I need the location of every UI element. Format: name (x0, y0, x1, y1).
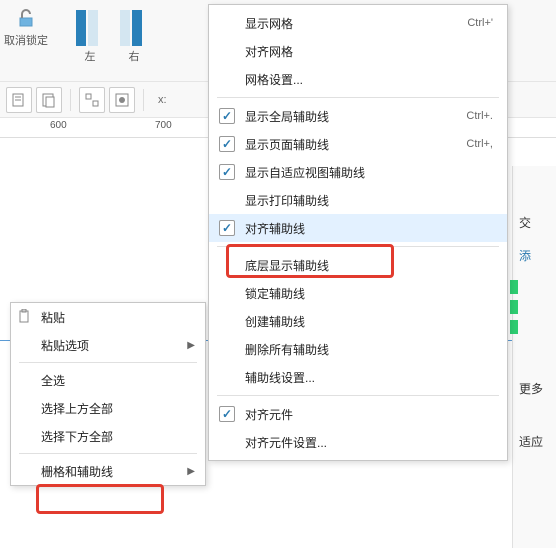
submenu-label: 锁定辅助线 (245, 285, 305, 302)
submenu-snap-widget-settings[interactable]: 对齐元件设置... (209, 428, 507, 456)
menu-select-below-label: 选择下方全部 (41, 428, 113, 445)
page-button-2[interactable] (36, 87, 62, 113)
unlock-tool[interactable]: 取消锁定 (4, 8, 48, 48)
submenu-label: 辅助线设置... (245, 369, 315, 386)
submenu-snap-guides[interactable]: 对齐辅助线 (209, 214, 507, 242)
menu-separator (19, 453, 197, 454)
panel-more-label[interactable]: 更多 (513, 372, 556, 405)
submenu-snap-widgets[interactable]: 对齐元件 (209, 400, 507, 428)
align-right-icon (120, 8, 148, 48)
submenu-show-grid[interactable]: 显示网格 Ctrl+' (209, 9, 507, 37)
submenu-shortcut: Ctrl+. (466, 110, 493, 122)
submenu-guide-settings[interactable]: 辅助线设置... (209, 363, 507, 391)
grid-guides-submenu: 显示网格 Ctrl+' 对齐网格 网格设置... 显示全局辅助线 Ctrl+. … (208, 4, 508, 461)
menu-paste[interactable]: 粘贴 (11, 303, 205, 331)
group-button[interactable] (79, 87, 105, 113)
submenu-label: 删除所有辅助线 (245, 341, 329, 358)
submenu-label: 显示网格 (245, 15, 293, 32)
ruler-tick-700: 700 (155, 120, 172, 131)
chevron-right-icon: ▶ (187, 466, 195, 477)
menu-separator (217, 395, 499, 396)
submenu-create-guides[interactable]: 创建辅助线 (209, 307, 507, 335)
panel-adapt-label[interactable]: 适应 (513, 425, 556, 458)
menu-separator (19, 362, 197, 363)
green-indicator (510, 320, 518, 334)
submenu-grid-settings[interactable]: 网格设置... (209, 65, 507, 93)
align-right-label: 右 (129, 48, 140, 64)
submenu-label: 显示自适应视图辅助线 (245, 164, 365, 181)
menu-select-all-label: 全选 (41, 372, 65, 389)
submenu-show-page-guides[interactable]: 显示页面辅助线 Ctrl+, (209, 130, 507, 158)
submenu-shortcut: Ctrl+' (467, 17, 493, 29)
menu-select-above-label: 选择上方全部 (41, 400, 113, 417)
x-coord-label: x: (158, 94, 167, 106)
check-icon (219, 220, 235, 236)
chevron-right-icon: ▶ (187, 340, 195, 351)
divider (70, 89, 71, 111)
context-menu: 粘贴 粘贴选项 ▶ 全选 选择上方全部 选择下方全部 栅格和辅助线 ▶ (10, 302, 206, 486)
menu-paste-options-label: 粘贴选项 (41, 337, 89, 354)
submenu-show-adaptive-guides[interactable]: 显示自适应视图辅助线 (209, 158, 507, 186)
align-left-icon (76, 8, 104, 48)
align-left-button[interactable]: 左 (68, 8, 112, 64)
align-right-button[interactable]: 右 (112, 8, 156, 64)
panel-interact-label[interactable]: 交 (513, 206, 556, 239)
panel-link-label[interactable]: 添 (513, 239, 556, 272)
submenu-label: 显示打印辅助线 (245, 192, 329, 209)
submenu-label: 对齐元件 (245, 406, 293, 423)
divider (143, 89, 144, 111)
submenu-show-print-guides[interactable]: 显示打印辅助线 (209, 186, 507, 214)
menu-paste-label: 粘贴 (41, 309, 65, 326)
submenu-shortcut: Ctrl+, (466, 138, 493, 150)
unlock-label: 取消锁定 (4, 32, 48, 48)
ruler-tick-600: 600 (50, 120, 67, 131)
mask-button[interactable] (109, 87, 135, 113)
menu-select-above[interactable]: 选择上方全部 (11, 394, 205, 422)
submenu-show-global-guides[interactable]: 显示全局辅助线 Ctrl+. (209, 102, 507, 130)
align-group: 左 右 (68, 8, 156, 64)
submenu-label: 显示页面辅助线 (245, 136, 329, 153)
check-icon (219, 136, 235, 152)
paste-icon (17, 309, 33, 325)
green-indicator (510, 280, 518, 294)
menu-grid-guides[interactable]: 栅格和辅助线 ▶ (11, 457, 205, 485)
submenu-snap-grid[interactable]: 对齐网格 (209, 37, 507, 65)
check-icon (219, 164, 235, 180)
unlock-icon (14, 8, 38, 28)
submenu-label: 底层显示辅助线 (245, 257, 329, 274)
submenu-label: 创建辅助线 (245, 313, 305, 330)
submenu-label: 对齐元件设置... (245, 434, 327, 451)
menu-separator (217, 246, 499, 247)
check-icon (219, 108, 235, 124)
menu-paste-options[interactable]: 粘贴选项 ▶ (11, 331, 205, 359)
menu-select-all[interactable]: 全选 (11, 366, 205, 394)
page-button-1[interactable] (6, 87, 32, 113)
menu-grid-guides-label: 栅格和辅助线 (41, 463, 113, 480)
right-panel: 交 添 更多 适应 (512, 166, 556, 548)
submenu-lock-guides[interactable]: 锁定辅助线 (209, 279, 507, 307)
check-icon (219, 406, 235, 422)
green-indicator (510, 300, 518, 314)
submenu-label: 网格设置... (245, 71, 303, 88)
submenu-label: 对齐网格 (245, 43, 293, 60)
align-left-label: 左 (85, 48, 96, 64)
menu-select-below[interactable]: 选择下方全部 (11, 422, 205, 450)
submenu-label: 对齐辅助线 (245, 220, 305, 237)
submenu-label: 显示全局辅助线 (245, 108, 329, 125)
submenu-delete-all-guides[interactable]: 删除所有辅助线 (209, 335, 507, 363)
submenu-bottom-show-guides[interactable]: 底层显示辅助线 (209, 251, 507, 279)
menu-separator (217, 97, 499, 98)
